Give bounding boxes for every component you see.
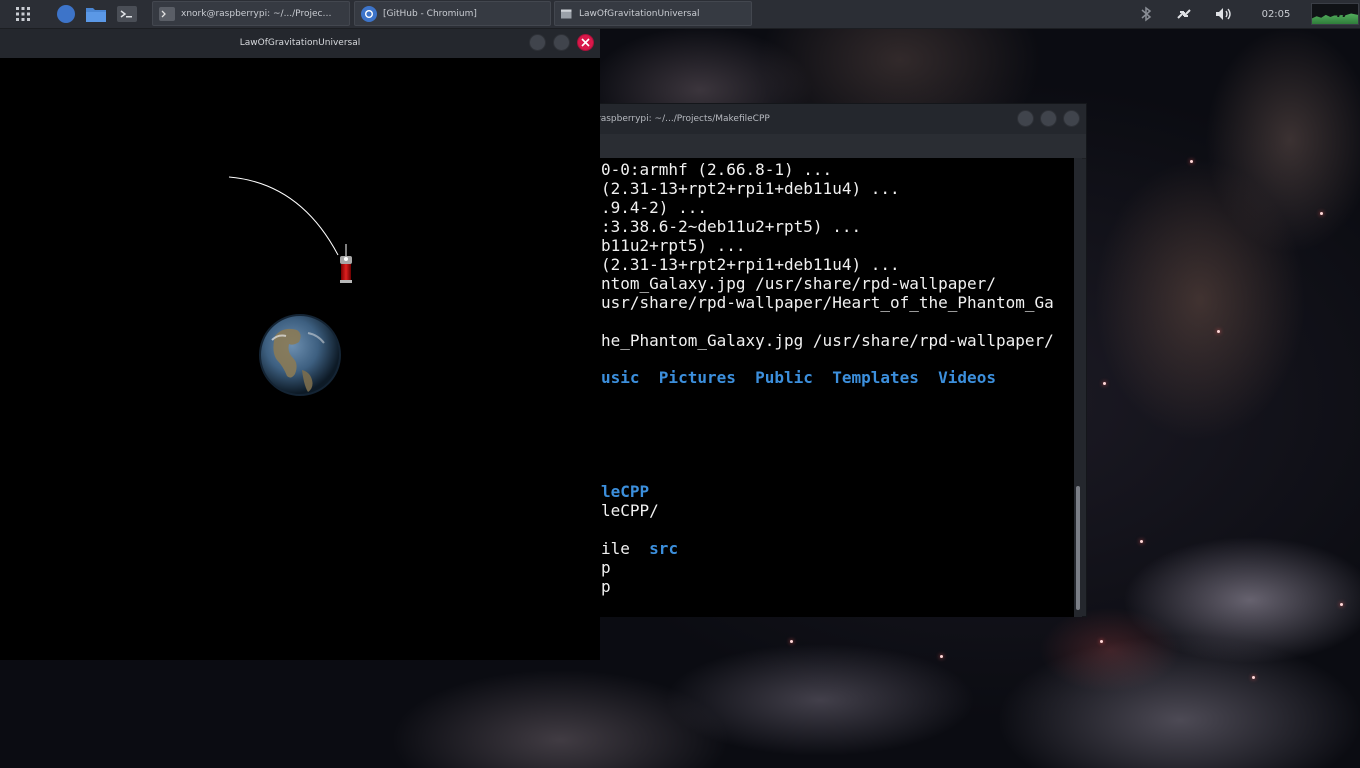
app-minimize-button[interactable] bbox=[529, 34, 546, 51]
wallpaper-star bbox=[1252, 676, 1255, 679]
app-window-icon bbox=[561, 9, 572, 18]
app-close-button[interactable] bbox=[577, 34, 594, 51]
wallpaper-star bbox=[1190, 160, 1193, 163]
bluetooth-icon[interactable] bbox=[1136, 4, 1156, 24]
terminal-output[interactable]: 0-0:armhf (2.66.8-1) ... (2.31-13+rpt2+r… bbox=[557, 158, 1075, 617]
browser-launcher-icon[interactable] bbox=[55, 3, 77, 25]
task-label: xnork@raspberrypi: ~/.../Projec… bbox=[181, 8, 332, 19]
terminal-dir-listing: usic Pictures Public Templates Videos bbox=[601, 368, 996, 387]
terminal-line: (2.31-13+rpt2+rpi1+deb11u4) ... bbox=[601, 255, 900, 274]
wallpaper-star bbox=[1340, 603, 1343, 606]
terminal-line: leCPP/ bbox=[601, 501, 659, 520]
cpu-temp-label: 47° bbox=[1333, 7, 1354, 20]
terminal-file-listing: ile src bbox=[601, 539, 679, 558]
simulation-scene bbox=[228, 176, 352, 396]
file-manager-launcher-icon[interactable] bbox=[85, 3, 107, 25]
terminal-minimize-button[interactable] bbox=[1017, 110, 1034, 127]
terminal-close-button[interactable] bbox=[1063, 110, 1080, 127]
terminal-line: p bbox=[601, 577, 611, 596]
terminal-icon bbox=[159, 6, 175, 21]
cpu-temperature-monitor[interactable]: 47° bbox=[1311, 3, 1359, 25]
close-icon bbox=[581, 38, 590, 47]
gravity-app-window: LawOfGravitationUniversal bbox=[0, 29, 600, 660]
terminal-line: leCPP bbox=[601, 482, 650, 501]
terminal-line: p bbox=[601, 558, 611, 577]
volume-icon[interactable] bbox=[1212, 4, 1234, 24]
wallpaper-star bbox=[790, 640, 793, 643]
gravity-app-title[interactable]: LawOfGravitationUniversal bbox=[0, 29, 600, 58]
simulation-canvas[interactable] bbox=[0, 58, 600, 660]
wallpaper-star bbox=[940, 655, 943, 658]
terminal-line: (2.31-13+rpt2+rpi1+deb11u4) ... bbox=[601, 179, 900, 198]
task-label: [GitHub - Chromium] bbox=[383, 8, 477, 19]
terminal-tab-bar bbox=[557, 134, 1086, 159]
terminal-maximize-button[interactable] bbox=[1040, 110, 1057, 127]
terminal-window: raspberrypi: ~/.../Projects/MakefileCPP … bbox=[556, 103, 1087, 617]
taskbar-task-gravity-app[interactable]: LawOfGravitationUniversal bbox=[554, 1, 752, 26]
rocket-icon bbox=[340, 256, 352, 283]
task-label: LawOfGravitationUniversal bbox=[579, 8, 700, 19]
terminal-scrollbar-thumb[interactable] bbox=[1076, 486, 1080, 610]
terminal-launcher-icon[interactable] bbox=[116, 3, 138, 25]
app-maximize-button[interactable] bbox=[553, 34, 570, 51]
wallpaper-star bbox=[1320, 212, 1323, 215]
terminal-line: ntom_Galaxy.jpg /usr/share/rpd-wallpaper… bbox=[601, 274, 996, 293]
top-taskbar: xnork@raspberrypi: ~/.../Projec… [GitHub… bbox=[0, 0, 1360, 29]
satellite-trajectory bbox=[228, 176, 339, 256]
chromium-icon bbox=[361, 5, 377, 22]
terminal-scrollbar[interactable] bbox=[1074, 158, 1082, 617]
wallpaper-star bbox=[1103, 382, 1106, 385]
wallpaper-star bbox=[1217, 330, 1220, 333]
terminal-line: :3.38.6-2~deb11u2+rpt5) ... bbox=[601, 217, 862, 236]
app-menu-grid-icon[interactable] bbox=[12, 3, 34, 25]
network-transfer-icon[interactable] bbox=[1173, 4, 1195, 24]
wallpaper-star bbox=[1140, 540, 1143, 543]
wallpaper-star bbox=[1100, 640, 1103, 643]
terminal-title[interactable]: raspberrypi: ~/.../Projects/MakefileCPP bbox=[557, 104, 1086, 134]
earth-icon bbox=[259, 314, 341, 396]
terminal-line: b11u2+rpt5) ... bbox=[601, 236, 746, 255]
taskbar-task-chromium[interactable]: [GitHub - Chromium] bbox=[354, 1, 551, 26]
terminal-line: .9.4-2) ... bbox=[601, 198, 707, 217]
terminal-line: he_Phantom_Galaxy.jpg /usr/share/rpd-wal… bbox=[601, 331, 1054, 350]
terminal-line: 0-0:armhf (2.66.8-1) ... bbox=[601, 160, 833, 179]
taskbar-task-terminal[interactable]: xnork@raspberrypi: ~/.../Projec… bbox=[152, 1, 350, 26]
terminal-line: usr/share/rpd-wallpaper/Heart_of_the_Pha… bbox=[601, 293, 1054, 312]
clock[interactable]: 02:05 bbox=[1256, 4, 1296, 24]
